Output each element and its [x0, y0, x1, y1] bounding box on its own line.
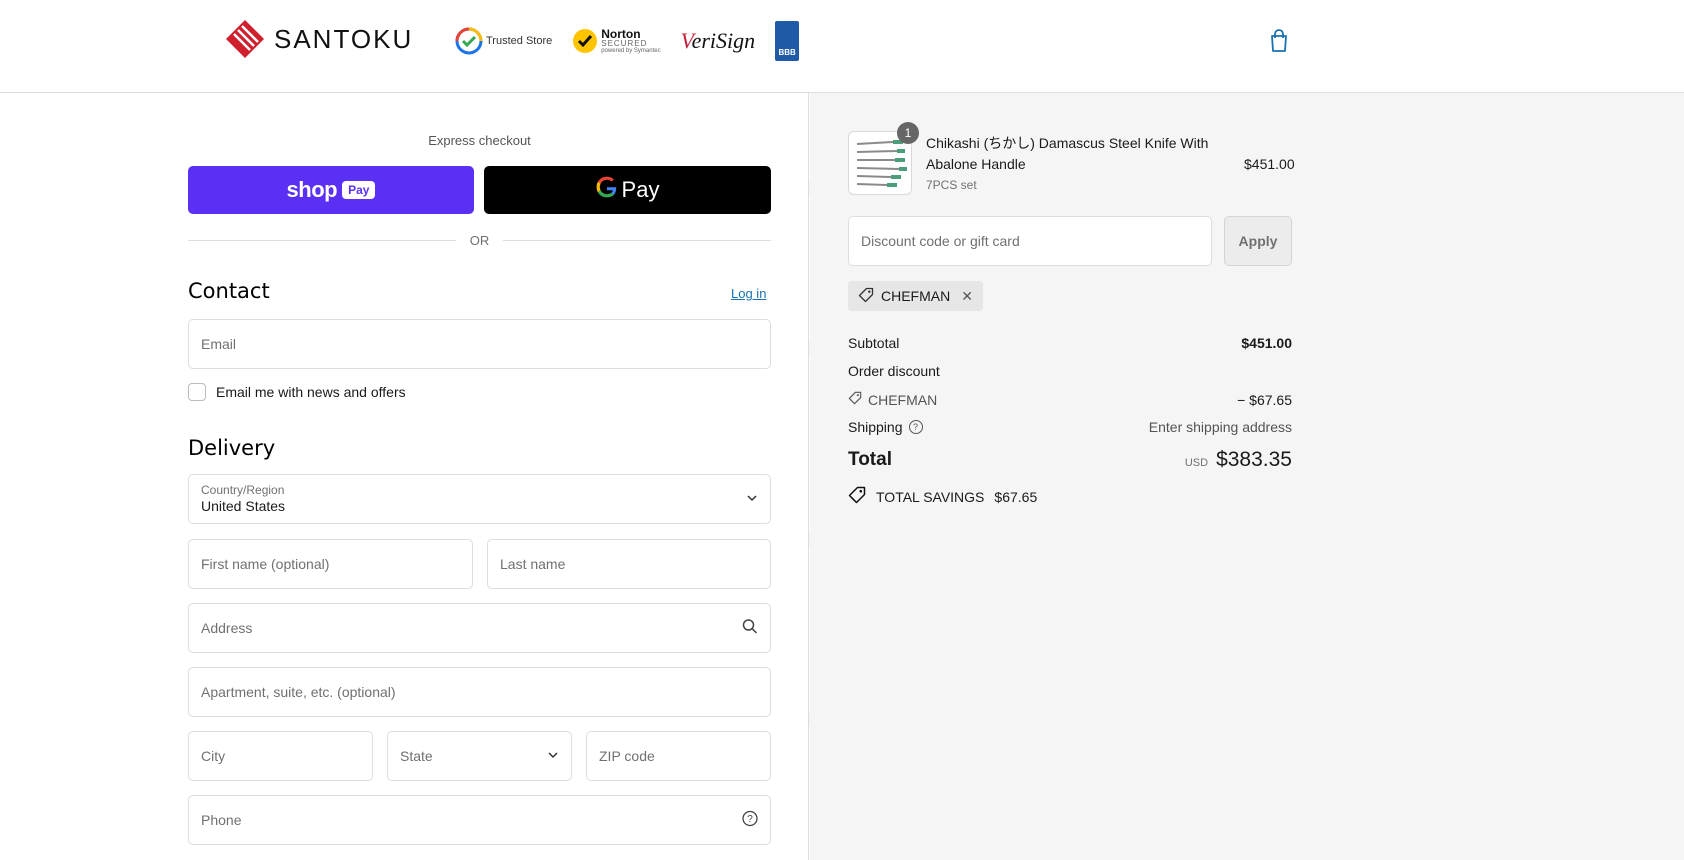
- divider-line: [503, 240, 771, 241]
- city-input[interactable]: [201, 748, 360, 764]
- savings-value: $67.65: [994, 488, 1038, 505]
- newsletter-checkbox[interactable]: [188, 383, 206, 401]
- subtotal-label: Subtotal: [848, 335, 900, 351]
- trust-badges: Trusted Store Norton SECURED powered by …: [455, 20, 800, 62]
- last-name-input[interactable]: [500, 556, 758, 572]
- apartment-field[interactable]: [188, 667, 771, 717]
- shop-pay-button[interactable]: shop Pay: [188, 166, 474, 214]
- first-name-input[interactable]: [201, 556, 460, 572]
- trusted-store-icon: [455, 27, 483, 55]
- search-icon: [742, 619, 758, 638]
- total-label: Total: [848, 449, 892, 470]
- savings-tag-icon: [848, 486, 866, 507]
- country-label: Country/Region: [201, 482, 285, 497]
- checkout-form: Express checkout shop Pay Pay OR Contact…: [0, 93, 809, 860]
- santoku-logo-icon: [226, 20, 264, 58]
- remove-discount-icon[interactable]: ✕: [961, 288, 973, 305]
- phone-input[interactable]: [201, 812, 758, 828]
- chevron-down-icon: [746, 491, 758, 507]
- norton-sub: SECURED: [601, 39, 648, 48]
- email-field[interactable]: [188, 319, 771, 369]
- shopping-bag-icon[interactable]: [1268, 29, 1290, 53]
- shipping-value: Enter shipping address: [1148, 419, 1292, 435]
- verisign-rest: eriSign: [691, 28, 756, 53]
- address-field[interactable]: [188, 603, 771, 653]
- site-header: SANTOKU Trusted Store Norton SECURED pow…: [0, 0, 1684, 93]
- shop-pay-shop: shop: [286, 177, 338, 202]
- total-value: $383.35: [1216, 448, 1292, 471]
- total-currency: USD: [1184, 457, 1209, 469]
- savings-label: TOTAL SAVINGS: [876, 488, 985, 505]
- contact-title: Contact: [188, 279, 270, 303]
- order-discount-label: Order discount: [848, 363, 940, 379]
- google-pay-label: Pay: [621, 177, 660, 202]
- discount-field[interactable]: [848, 216, 1212, 266]
- norton-powered: powered by Symantec: [601, 48, 661, 54]
- discount-code-label: CHEFMAN: [868, 391, 938, 408]
- newsletter-label: Email me with news and offers: [216, 384, 406, 400]
- brand-name: SANTOKU: [274, 23, 414, 54]
- discount-input[interactable]: [861, 233, 1199, 249]
- trusted-store-badge: Trusted Store: [455, 27, 552, 55]
- help-icon[interactable]: ?: [908, 420, 923, 434]
- or-label: OR: [469, 233, 490, 248]
- express-checkout-label: Express checkout: [428, 133, 531, 148]
- tag-icon: [848, 391, 862, 408]
- svg-text:?: ?: [747, 814, 753, 825]
- bbb-badge: BBB: [775, 21, 800, 61]
- shipping-label: Shipping: [848, 419, 903, 435]
- applied-discount-chip: CHEFMAN ✕: [848, 281, 983, 311]
- address-input[interactable]: [201, 620, 758, 636]
- apply-button[interactable]: Apply: [1224, 216, 1292, 266]
- quantity-badge: 1: [897, 122, 919, 144]
- product-name: Chikashi (ちかし) Damascus Steel Knife With…: [926, 135, 1209, 172]
- subtotal-value: $451.00: [1241, 335, 1292, 351]
- trusted-store-label: Trusted Store: [486, 35, 553, 47]
- zip-input[interactable]: [599, 748, 758, 764]
- city-field[interactable]: [188, 731, 373, 781]
- tag-icon: [858, 287, 874, 306]
- delivery-title: Delivery: [188, 436, 276, 460]
- verisign-v: V: [680, 28, 692, 53]
- total-row: Total USD $383.35: [848, 448, 1292, 472]
- country-select[interactable]: Country/Region United States: [188, 474, 771, 524]
- first-name-field[interactable]: [188, 539, 473, 589]
- google-g-icon: [596, 176, 618, 204]
- product-variant: 7PCS set: [926, 178, 977, 192]
- applied-code: CHEFMAN: [881, 288, 951, 304]
- bbb-label: BBB: [778, 48, 796, 57]
- chevron-down-icon: [547, 748, 559, 764]
- last-name-field[interactable]: [487, 539, 771, 589]
- newsletter-option[interactable]: Email me with news and offers: [188, 383, 406, 401]
- product-thumbnail: 1: [848, 122, 919, 195]
- login-link[interactable]: Log in: [731, 286, 766, 301]
- norton-check-icon: [573, 29, 598, 53]
- country-value: United States: [201, 498, 286, 515]
- zip-field[interactable]: [586, 731, 771, 781]
- phone-field[interactable]: ?: [188, 795, 771, 845]
- state-select[interactable]: State: [387, 731, 572, 781]
- shipping-row: Shipping ? Enter shipping address: [848, 419, 1292, 435]
- subtotal-row: Subtotal $451.00: [848, 335, 1292, 351]
- order-summary: 1 Chikashi (ちかし) Damascus Steel Knife Wi…: [810, 93, 1684, 860]
- verisign-badge: VeriSign: [681, 28, 756, 54]
- help-icon[interactable]: ?: [742, 810, 758, 830]
- product-price: $451.00: [1244, 156, 1295, 172]
- brand-logo[interactable]: SANTOKU: [226, 20, 413, 58]
- email-input[interactable]: [201, 336, 758, 352]
- order-discount-row: Order discount: [848, 363, 1292, 379]
- or-divider: OR: [188, 233, 771, 248]
- discount-value: − $67.65: [1237, 391, 1292, 408]
- shop-pay-pay: Pay: [342, 181, 376, 199]
- apartment-input[interactable]: [201, 684, 758, 700]
- google-pay-button[interactable]: Pay: [484, 166, 771, 214]
- state-label: State: [400, 748, 433, 764]
- total-savings: TOTAL SAVINGS $67.65: [848, 486, 1037, 507]
- norton-badge: Norton SECURED powered by Symantec: [572, 28, 661, 54]
- divider-line: [188, 240, 456, 241]
- discount-code-row: CHEFMAN − $67.65: [848, 391, 1292, 408]
